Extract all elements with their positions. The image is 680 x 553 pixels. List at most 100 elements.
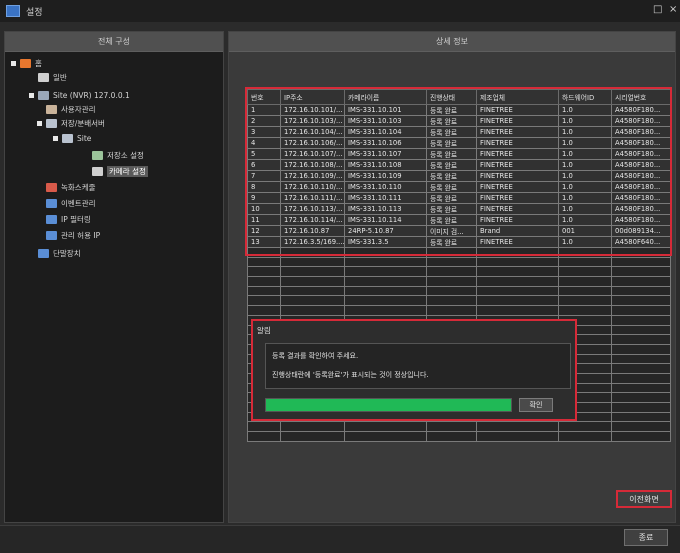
table-cell xyxy=(476,276,559,287)
tree-item[interactable]: 이벤트관리 xyxy=(5,198,223,209)
table-cell: 172.16.10.104/... xyxy=(280,126,345,138)
table-cell xyxy=(558,285,612,297)
table-cell: 6 xyxy=(247,159,281,171)
table-cell: 172.16.10.109/... xyxy=(280,170,345,182)
table-cell xyxy=(558,247,612,258)
tree-item-label: 저장소 설정 xyxy=(107,151,144,160)
table-cell xyxy=(344,421,427,433)
tree-item[interactable]: Site xyxy=(5,133,223,144)
tree-expand-icon[interactable] xyxy=(37,121,42,126)
table-cell xyxy=(247,247,281,258)
table-cell: 172.16.10.107/... xyxy=(280,148,345,160)
table-cell xyxy=(247,295,281,307)
tree-expand-icon[interactable] xyxy=(53,136,58,141)
dialog-message-box: 등록 결과를 확인하여 주세요. 진행상태란에 '등록완료'가 표시되는 것이 … xyxy=(265,343,571,389)
table-cell: 172.16.10.106/... xyxy=(280,137,345,149)
column-header[interactable]: 카메라이름 xyxy=(344,89,427,105)
table-cell xyxy=(280,295,345,307)
empty-table-row xyxy=(247,256,671,268)
tree-item-label: 저장/분배서버 xyxy=(61,119,105,128)
table-cell: IMS-331.10.109 xyxy=(344,170,427,182)
table-cell xyxy=(426,421,477,433)
column-header[interactable]: IP주소 xyxy=(280,89,345,105)
server-icon xyxy=(38,91,49,100)
table-row[interactable]: 10 172.16.10.113/... IMS-331.10.113 등록 완료 FI… xyxy=(247,203,671,215)
tree-item-label: Site (NVR) 127.0.0.1 xyxy=(53,91,130,100)
tree-item[interactable]: IP 필터링 xyxy=(5,214,223,225)
table-cell: 등록 완료 xyxy=(426,159,477,171)
column-header[interactable]: 번호 xyxy=(247,89,281,105)
tree-item[interactable]: 일반 xyxy=(5,72,223,83)
table-cell xyxy=(611,382,671,394)
table-row[interactable]: 11 172.16.10.114/... IMS-331.10.114 등록 완료 FI… xyxy=(247,214,671,226)
tree-item[interactable]: 카메라 설정 xyxy=(5,166,223,177)
tree-expand-icon[interactable] xyxy=(29,93,34,98)
maximize-icon[interactable]: □ xyxy=(653,4,662,15)
tree-panel-header: 전체 구성 xyxy=(5,32,223,52)
table-cell: IMS-331.10.114 xyxy=(344,214,427,226)
table-cell: 등록 완료 xyxy=(426,148,477,160)
table-row[interactable]: 4 172.16.10.106/... IMS-331.10.106 등록 완료 FIN… xyxy=(247,137,671,149)
table-cell: IMS-331.3.5 xyxy=(344,236,427,248)
tree-item[interactable]: 사용자관리 xyxy=(5,104,223,115)
table-row[interactable]: 2 172.16.10.103/... IMS-331.10.103 등록 완료 FIN… xyxy=(247,115,671,127)
table-cell xyxy=(558,256,612,268)
table-row[interactable]: 13 172.16.3.5/169.... IMS-331.3.5 등록 완료 FINE… xyxy=(247,236,671,248)
table-row[interactable]: 8 172.16.10.110/... IMS-331.10.110 등록 완료 FIN… xyxy=(247,181,671,193)
tree-item[interactable]: 홈 xyxy=(5,58,223,69)
tree-item[interactable]: 저장/분배서버 xyxy=(5,118,223,129)
table-cell: FINETREE xyxy=(476,148,559,160)
table-cell xyxy=(611,411,671,423)
previous-screen-button[interactable]: 이전화면 xyxy=(616,490,672,508)
tree-item[interactable]: 단말장치 xyxy=(5,248,223,259)
tree-expand-icon[interactable] xyxy=(11,61,16,66)
table-row[interactable]: 5 172.16.10.107/... IMS-331.10.107 등록 완료 FIN… xyxy=(247,148,671,160)
table-row[interactable]: 9 172.16.10.111/... IMS-331.10.111 등록 완료 FIN… xyxy=(247,192,671,204)
progress-fill xyxy=(266,399,511,411)
column-header[interactable]: 하드웨어ID xyxy=(558,89,612,105)
exit-button[interactable]: 종료 xyxy=(624,529,668,546)
table-cell xyxy=(476,421,559,433)
close-icon[interactable]: × xyxy=(669,4,677,15)
table-cell: IMS-331.10.106 xyxy=(344,137,427,149)
table-cell xyxy=(426,285,477,297)
table-row[interactable]: 6 172.16.10.108/... IMS-331.10.108 등록 완료 FIN… xyxy=(247,159,671,171)
table-cell: FINETREE xyxy=(476,192,559,204)
tree-item[interactable]: 녹화스케줄 xyxy=(5,182,223,193)
table-cell xyxy=(611,402,671,413)
storage-settings-icon xyxy=(92,151,103,160)
tree-item[interactable]: 관리 허용 IP xyxy=(5,230,223,241)
table-cell xyxy=(611,334,671,345)
table-cell xyxy=(280,247,345,258)
table-cell xyxy=(426,247,477,258)
table-cell xyxy=(344,247,427,258)
table-cell: 172.16.10.87 xyxy=(280,225,345,237)
table-cell xyxy=(558,295,612,307)
table-cell xyxy=(476,256,559,268)
tree-item[interactable]: Site (NVR) 127.0.0.1 xyxy=(5,90,223,101)
column-header[interactable]: 제조업체 xyxy=(476,89,559,105)
table-cell xyxy=(247,256,281,268)
table-cell xyxy=(344,276,427,287)
tree-item-label: 관리 허용 IP xyxy=(61,231,101,240)
table-row[interactable]: 3 172.16.10.104/... IMS-331.10.104 등록 완료 FIN… xyxy=(247,126,671,138)
column-header[interactable]: 시리얼번호 xyxy=(611,89,671,105)
table-cell: 1.0 xyxy=(558,148,612,160)
column-header[interactable]: 진행상태 xyxy=(426,89,477,105)
camera-settings-icon xyxy=(92,167,103,176)
table-row[interactable]: 12 172.16.10.87 24RP-5.10.87 이미지 검... Brand 0… xyxy=(247,225,671,237)
table-header-row: 번호 IP주소 카메라이름 진행상태 제조업체 하드웨어ID 시리얼번호 xyxy=(247,89,671,105)
table-cell: 등록 완료 xyxy=(426,104,477,116)
table-cell: 172.16.3.5/169.... xyxy=(280,236,345,248)
table-row[interactable]: 1 172.16.10.101/... IMS-331.10.101 등록 완료 FIN… xyxy=(247,104,671,116)
table-cell: 11 xyxy=(247,214,281,226)
tree-item-label: 이벤트관리 xyxy=(61,199,96,208)
table-cell: FINETREE xyxy=(476,159,559,171)
table-cell: 172.16.10.101/... xyxy=(280,104,345,116)
tree-item[interactable]: 저장소 설정 xyxy=(5,150,223,161)
table-cell: 00d089134... xyxy=(611,225,671,237)
dialog-ok-button[interactable]: 확인 xyxy=(519,398,553,412)
table-row[interactable]: 7 172.16.10.109/... IMS-331.10.109 등록 완료 FIN… xyxy=(247,170,671,182)
table-cell xyxy=(476,305,559,316)
table-cell: IMS-331.10.101 xyxy=(344,104,427,116)
